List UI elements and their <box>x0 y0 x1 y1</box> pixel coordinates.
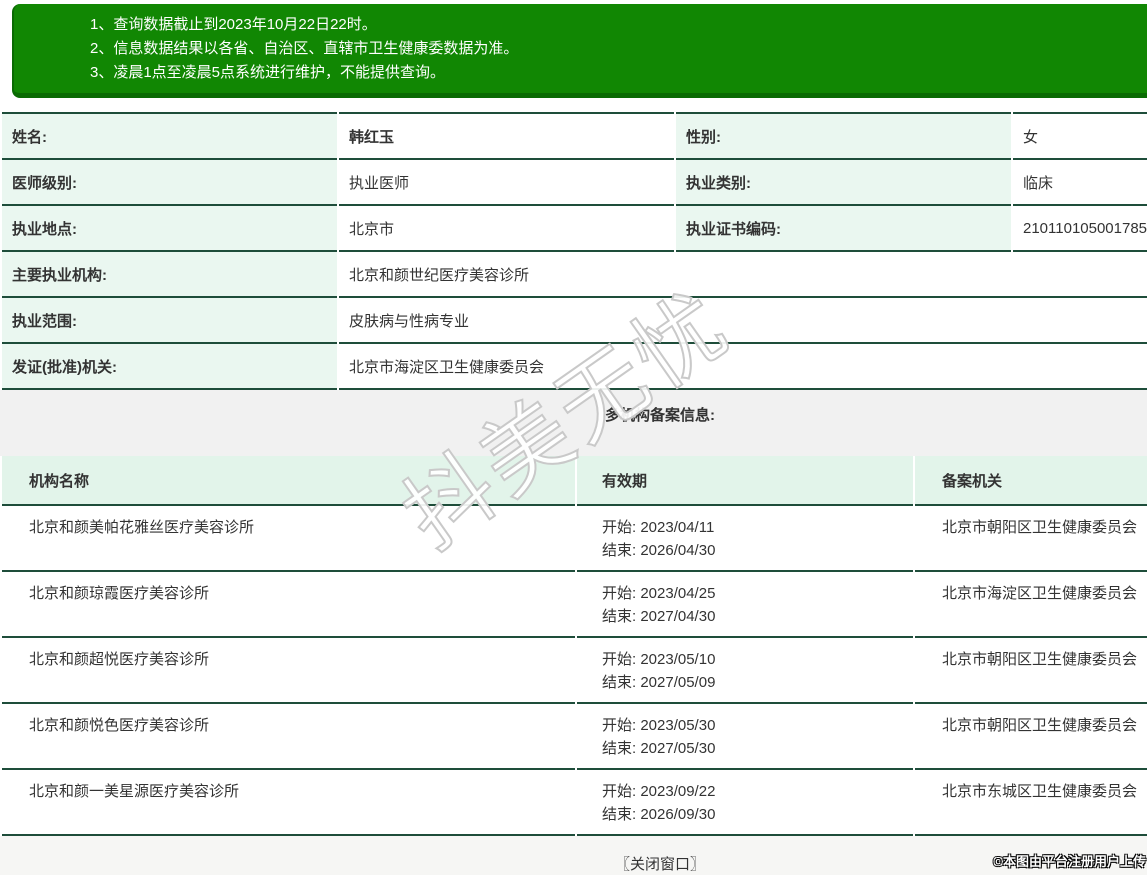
validity-cell: 开始: 2023/04/11 结束: 2026/04/30 <box>577 506 913 572</box>
cert-no-label: 执业证书编码: <box>676 206 1011 252</box>
authority-cell: 北京市朝阳区卫生健康委员会 <box>915 704 1147 770</box>
category-label: 执业类别: <box>676 160 1011 206</box>
scope-value: 皮肤病与性病专业 <box>339 298 1147 344</box>
authority-cell: 北京市海淀区卫生健康委员会 <box>915 572 1147 638</box>
validity-cell: 开始: 2023/05/30 结束: 2027/05/30 <box>577 704 913 770</box>
notice-line-3: 3、凌晨1点至凌晨5点系统进行维护，不能提供查询。 <box>90 61 1147 85</box>
notice-line-2: 2、信息数据结果以各省、自治区、直辖市卫生健康委数据为准。 <box>90 37 1147 61</box>
multi-org-table: 机构名称 有效期 备案机关 北京和颜美帕花雅丝医疗美容诊所 开始: 2023/0… <box>0 456 1147 836</box>
validity-end: 结束: 2026/04/30 <box>602 539 912 562</box>
upload-watermark: ©本图由平台注册用户上传 <box>993 851 1146 870</box>
table-row: 医师级别: 执业医师 执业类别: 临床 <box>2 160 1147 206</box>
primary-org-label: 主要执业机构: <box>2 252 337 298</box>
gender-value: 女 <box>1013 112 1147 160</box>
validity-start: 开始: 2023/05/10 <box>602 648 912 671</box>
org-name-cell: 北京和颜一美星源医疗美容诊所 <box>2 770 575 836</box>
location-label: 执业地点: <box>2 206 337 252</box>
notice-line-1: 1、查询数据截止到2023年10月22日22时。 <box>90 13 1147 37</box>
validity-cell: 开始: 2023/09/22 结束: 2026/09/30 <box>577 770 913 836</box>
level-label: 医师级别: <box>2 160 337 206</box>
org-name-cell: 北京和颜超悦医疗美容诊所 <box>2 638 575 704</box>
validity-cell: 开始: 2023/05/10 结束: 2027/05/09 <box>577 638 913 704</box>
name-value: 韩红玉 <box>339 112 674 160</box>
validity-start: 开始: 2023/04/11 <box>602 516 912 539</box>
gender-label: 性别: <box>676 112 1011 160</box>
page: 1、查询数据截止到2023年10月22日22时。 2、信息数据结果以各省、自治区… <box>0 4 1147 875</box>
col-header-org-name: 机构名称 <box>2 456 575 506</box>
location-value: 北京市 <box>339 206 674 252</box>
org-name-cell: 北京和颜悦色医疗美容诊所 <box>2 704 575 770</box>
scope-label: 执业范围: <box>2 298 337 344</box>
table-row: 执业范围: 皮肤病与性病专业 <box>2 298 1147 344</box>
authority-cell: 北京市朝阳区卫生健康委员会 <box>915 506 1147 572</box>
issuer-label: 发证(批准)机关: <box>2 344 337 390</box>
table-row: 北京和颜美帕花雅丝医疗美容诊所 开始: 2023/04/11 结束: 2026/… <box>2 506 1147 572</box>
authority-cell: 北京市东城区卫生健康委员会 <box>915 770 1147 836</box>
validity-end: 结束: 2027/05/09 <box>602 671 912 694</box>
level-value: 执业医师 <box>339 160 674 206</box>
footer-bar: 〖关闭窗口〗 <box>0 836 1147 875</box>
issuer-value: 北京市海淀区卫生健康委员会 <box>339 344 1147 390</box>
validity-start: 开始: 2023/05/30 <box>602 714 912 737</box>
table-row: 执业地点: 北京市 执业证书编码: 210110105001785 <box>2 206 1147 252</box>
validity-end: 结束: 2027/04/30 <box>602 605 912 628</box>
table-header-row: 机构名称 有效期 备案机关 <box>2 456 1147 506</box>
notice-banner: 1、查询数据截止到2023年10月22日22时。 2、信息数据结果以各省、自治区… <box>12 4 1147 98</box>
table-row: 北京和颜一美星源医疗美容诊所 开始: 2023/09/22 结束: 2026/0… <box>2 770 1147 836</box>
table-row: 发证(批准)机关: 北京市海淀区卫生健康委员会 <box>2 344 1147 390</box>
validity-end: 结束: 2026/09/30 <box>602 803 912 826</box>
multi-org-section-title: 多机构备案信息: <box>0 390 1147 456</box>
category-value: 临床 <box>1013 160 1147 206</box>
validity-start: 开始: 2023/09/22 <box>602 780 912 803</box>
col-header-authority: 备案机关 <box>915 456 1147 506</box>
table-row: 姓名: 韩红玉 性别: 女 <box>2 112 1147 160</box>
validity-cell: 开始: 2023/04/25 结束: 2027/04/30 <box>577 572 913 638</box>
close-window-link[interactable]: 〖关闭窗口〗 <box>615 856 705 873</box>
doctor-info-table: 姓名: 韩红玉 性别: 女 医师级别: 执业医师 执业类别: 临床 执业地点: … <box>0 112 1147 390</box>
name-label: 姓名: <box>2 112 337 160</box>
org-name-cell: 北京和颜琼霞医疗美容诊所 <box>2 572 575 638</box>
cert-no-value: 210110105001785 <box>1013 206 1147 252</box>
authority-cell: 北京市朝阳区卫生健康委员会 <box>915 638 1147 704</box>
table-row: 北京和颜超悦医疗美容诊所 开始: 2023/05/10 结束: 2027/05/… <box>2 638 1147 704</box>
validity-end: 结束: 2027/05/30 <box>602 737 912 760</box>
col-header-validity: 有效期 <box>577 456 913 506</box>
validity-start: 开始: 2023/04/25 <box>602 582 912 605</box>
table-row: 主要执业机构: 北京和颜世纪医疗美容诊所 <box>2 252 1147 298</box>
primary-org-value: 北京和颜世纪医疗美容诊所 <box>339 252 1147 298</box>
table-row: 北京和颜悦色医疗美容诊所 开始: 2023/05/30 结束: 2027/05/… <box>2 704 1147 770</box>
org-name-cell: 北京和颜美帕花雅丝医疗美容诊所 <box>2 506 575 572</box>
table-row: 北京和颜琼霞医疗美容诊所 开始: 2023/04/25 结束: 2027/04/… <box>2 572 1147 638</box>
